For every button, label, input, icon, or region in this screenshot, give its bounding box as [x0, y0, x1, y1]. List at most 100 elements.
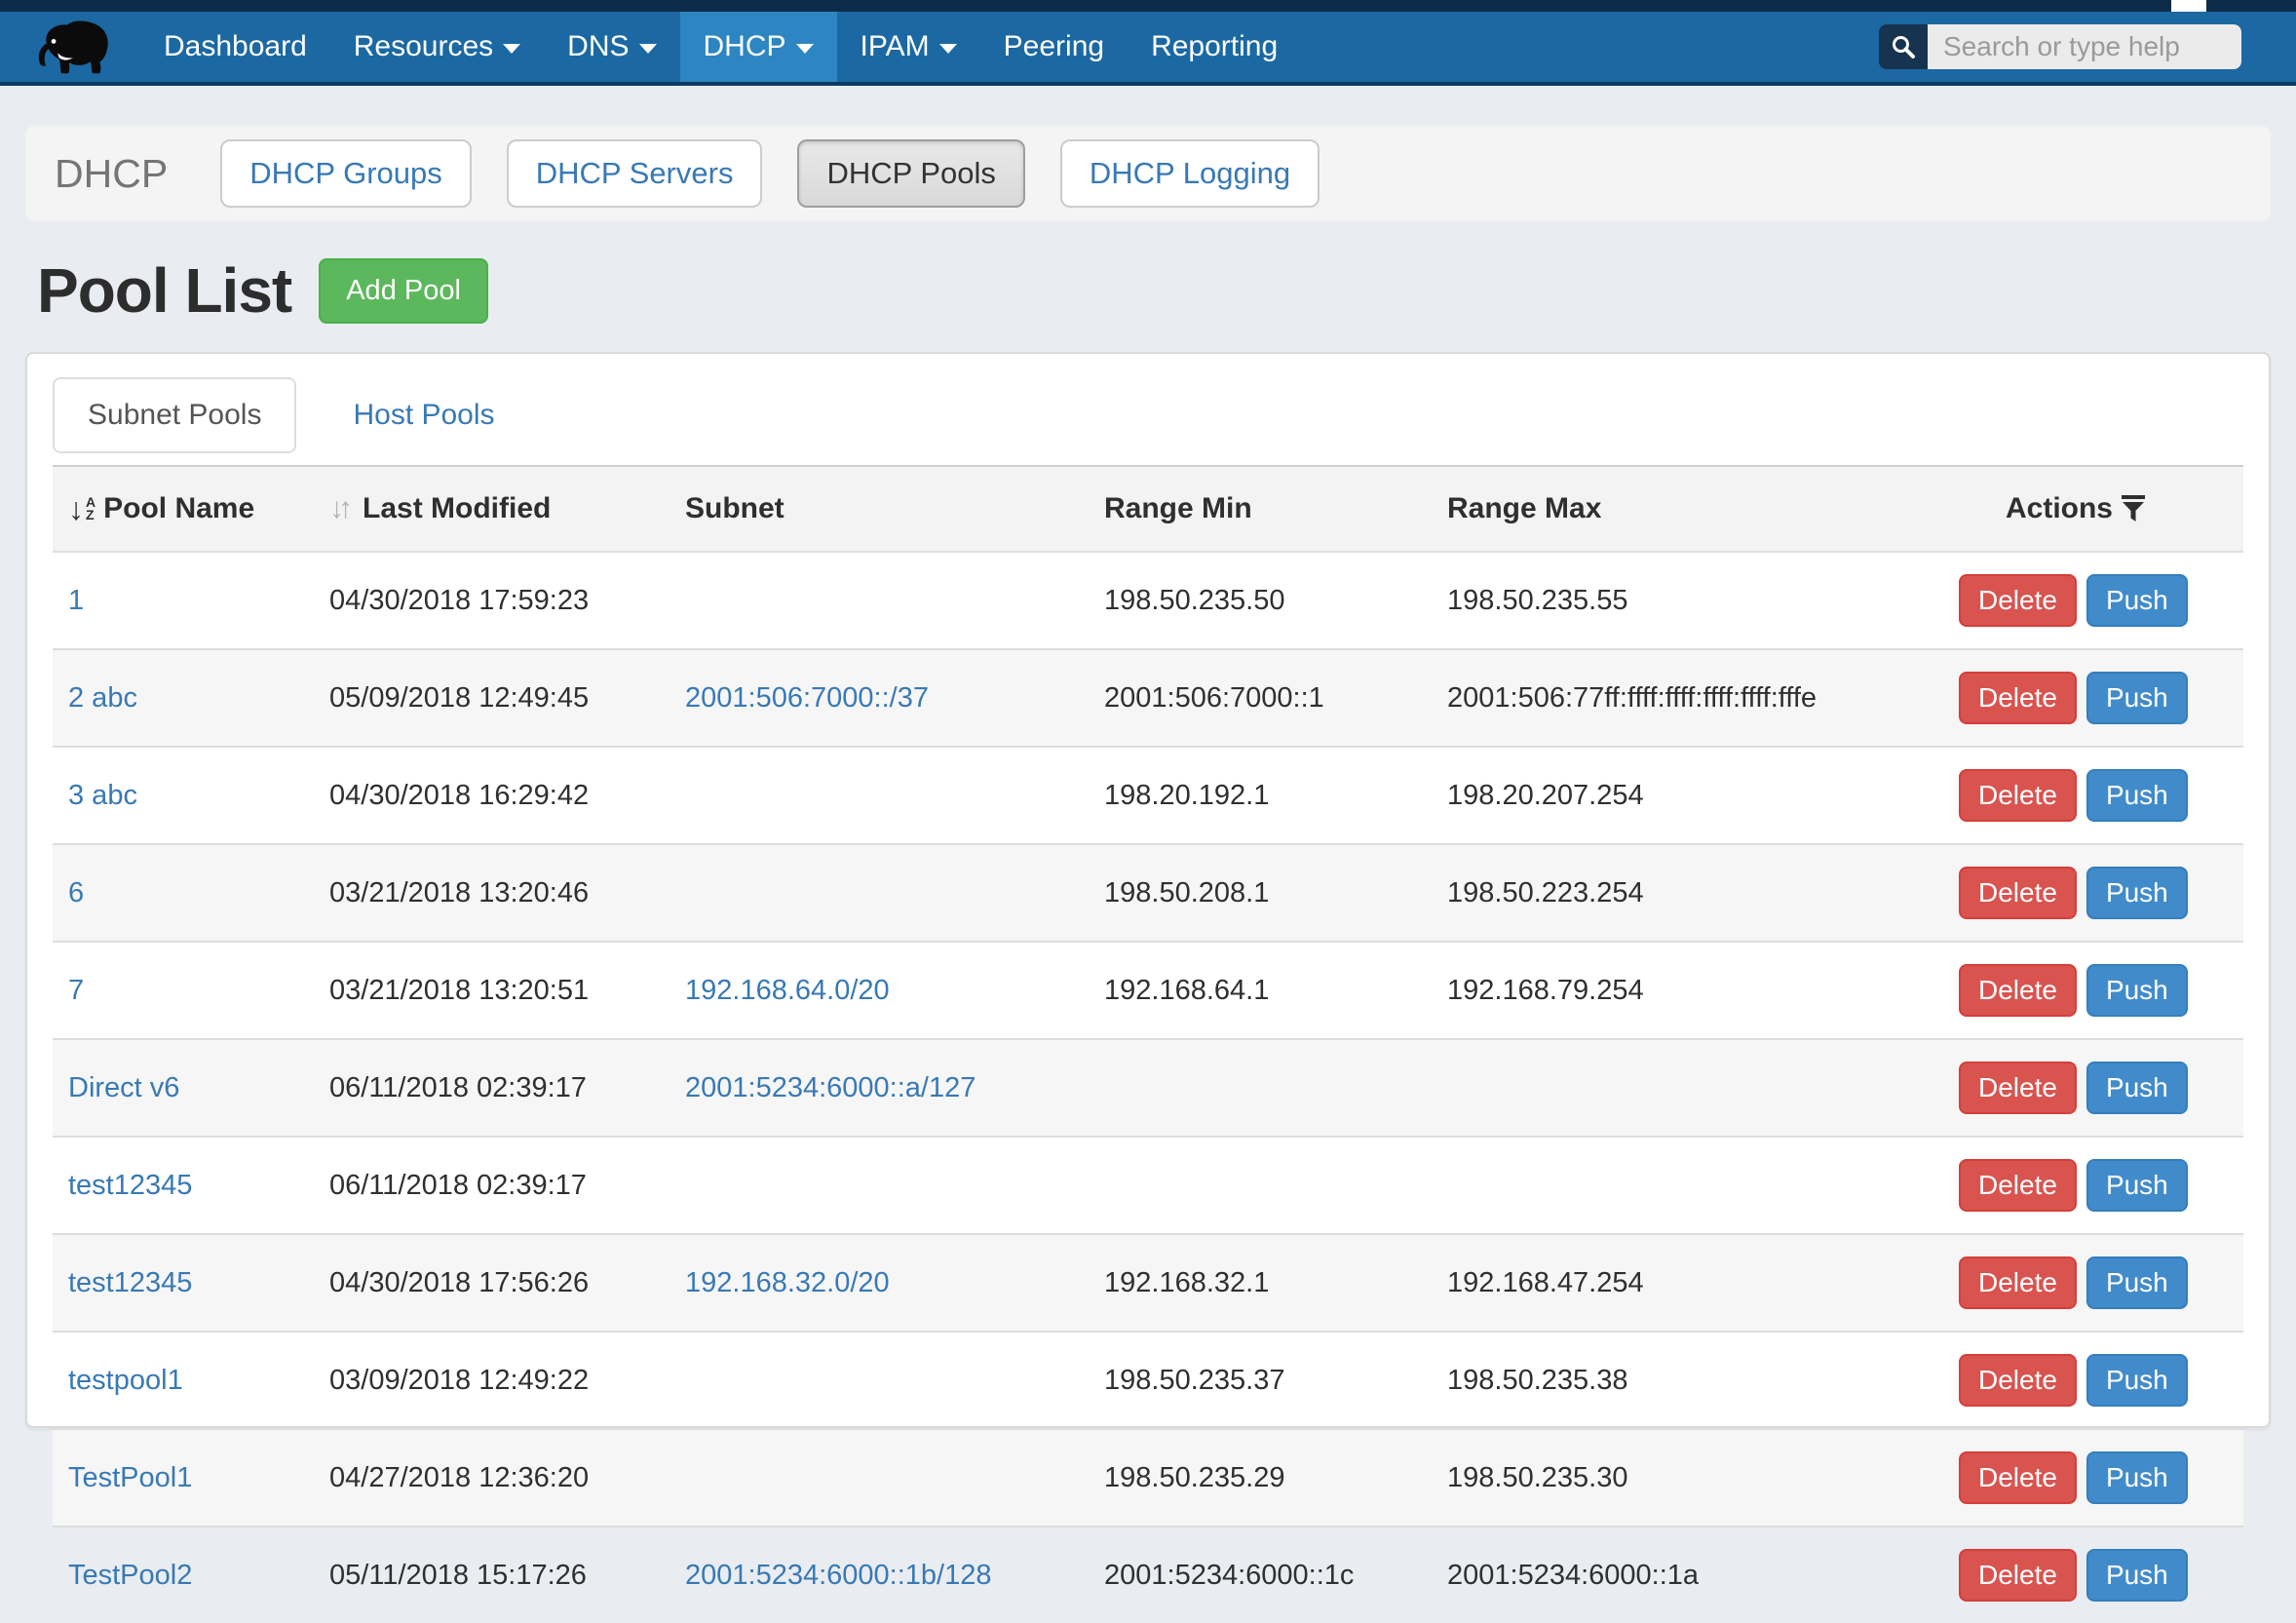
subnet-link[interactable]: 2001:5234:6000::a/127 — [685, 1072, 976, 1103]
nav-label: Resources — [354, 30, 493, 63]
table-row: 104/30/2018 17:59:23198.50.235.50198.50.… — [53, 552, 2243, 649]
search-input[interactable] — [1928, 24, 2241, 69]
push-button[interactable]: Push — [2086, 1549, 2188, 1602]
nav-label: DHCP — [704, 30, 786, 63]
nav-item-resources[interactable]: Resources — [330, 12, 544, 82]
range-max-cell: 2001:506:77ff:ffff:ffff:ffff:ffff:fffe — [1447, 682, 1817, 714]
nav-item-ipam[interactable]: IPAM — [837, 12, 980, 82]
pool-name-link[interactable]: 6 — [68, 877, 84, 908]
table-row: 703/21/2018 13:20:51192.168.64.0/20192.1… — [53, 942, 2243, 1039]
delete-button[interactable]: Delete — [1959, 867, 2077, 919]
pool-table: ↓ AZ Pool Name ↓↑ Last Modified Subnet — [53, 465, 2243, 1623]
push-button[interactable]: Push — [2086, 964, 2188, 1017]
subnet-link[interactable]: 192.168.32.0/20 — [685, 1267, 890, 1298]
pool-name-link[interactable]: test12345 — [68, 1267, 192, 1298]
last-modified-cell: 04/27/2018 12:36:20 — [329, 1462, 589, 1493]
dhcp-groups-button[interactable]: DHCP Groups — [220, 139, 472, 208]
pool-list-panel: Subnet Pools Host Pools ↓ AZ Pool N — [25, 352, 2271, 1428]
dhcp-servers-button[interactable]: DHCP Servers — [507, 139, 763, 208]
nav-label: IPAM — [861, 30, 930, 63]
column-last-modified[interactable]: ↓↑ Last Modified — [314, 466, 670, 552]
brand-logo[interactable] — [33, 12, 113, 82]
pool-name-link[interactable]: TestPool1 — [68, 1462, 192, 1493]
add-pool-button[interactable]: Add Pool — [319, 258, 488, 324]
range-min-cell: 198.50.235.29 — [1104, 1462, 1284, 1493]
push-button[interactable]: Push — [2086, 1354, 2188, 1407]
table-header-row: ↓ AZ Pool Name ↓↑ Last Modified Subnet — [53, 466, 2243, 552]
chevron-down-icon — [503, 44, 520, 54]
section-title: DHCP — [55, 151, 168, 197]
table-row: Direct v606/11/2018 02:39:172001:5234:60… — [53, 1039, 2243, 1137]
subnet-link[interactable]: 2001:5234:6000::1b/128 — [685, 1560, 991, 1591]
delete-button[interactable]: Delete — [1959, 1256, 2077, 1309]
pool-name-link[interactable]: TestPool2 — [68, 1560, 192, 1591]
search-button[interactable] — [1879, 24, 1928, 69]
range-max-cell: 192.168.79.254 — [1447, 975, 1644, 1006]
tab-host-pools[interactable]: Host Pools — [320, 377, 527, 453]
nav-item-dns[interactable]: DNS — [544, 12, 679, 82]
top-strip — [0, 0, 2296, 12]
dhcp-section-bar: DHCP DHCP Groups DHCP Servers DHCP Pools… — [25, 126, 2271, 221]
delete-button[interactable]: Delete — [1959, 769, 2077, 822]
az-letters: AZ — [86, 496, 96, 522]
column-pool-name[interactable]: ↓ AZ Pool Name — [53, 466, 314, 552]
subnet-link[interactable]: 192.168.64.0/20 — [685, 975, 890, 1006]
nav-item-dhcp[interactable]: DHCP — [680, 12, 837, 82]
arrow-down-icon: ↓ — [68, 494, 84, 523]
delete-button[interactable]: Delete — [1959, 1549, 2077, 1602]
push-button[interactable]: Push — [2086, 867, 2188, 919]
column-range-max[interactable]: Range Max — [1432, 466, 1943, 552]
push-button[interactable]: Push — [2086, 1256, 2188, 1309]
push-button[interactable]: Push — [2086, 1159, 2188, 1212]
push-button[interactable]: Push — [2086, 1062, 2188, 1114]
range-min-cell: 2001:5234:6000::1c — [1104, 1560, 1354, 1591]
dhcp-pools-button[interactable]: DHCP Pools — [797, 139, 1024, 208]
pool-name-link[interactable]: testpool1 — [68, 1365, 183, 1396]
push-button[interactable]: Push — [2086, 1451, 2188, 1504]
push-button[interactable]: Push — [2086, 769, 2188, 822]
column-label: Range Min — [1104, 492, 1252, 525]
pool-name-link[interactable]: 3 abc — [68, 780, 137, 811]
table-row: test12345 04/30/2018 17:56:26 192.168.32.0… — [53, 1234, 2243, 1332]
nav-label: Reporting — [1151, 30, 1278, 63]
pool-name-link[interactable]: 1 — [68, 585, 84, 616]
sort-icon[interactable]: ↓↑ — [329, 492, 347, 525]
tab-subnet-pools[interactable]: Subnet Pools — [53, 377, 296, 453]
nav-menu: Dashboard Resources DNS DHCP IPAM Peerin… — [140, 12, 1301, 82]
range-min-cell: 192.168.32.1 — [1104, 1267, 1269, 1298]
nav-item-peering[interactable]: Peering — [980, 12, 1128, 82]
page-content: DHCP DHCP Groups DHCP Servers DHCP Pools… — [0, 126, 2296, 1428]
table-row: 3 abc04/30/2018 16:29:42198.20.192.1198.… — [53, 747, 2243, 844]
filter-icon[interactable] — [2121, 495, 2146, 522]
last-modified-cell: 04/30/2018 16:29:42 — [329, 780, 589, 811]
last-modified-cell: 03/09/2018 12:49:22 — [329, 1365, 589, 1396]
column-range-min[interactable]: Range Min — [1089, 466, 1432, 552]
last-modified-cell: 04/30/2018 17:56:26 — [329, 1267, 589, 1298]
pool-name-link[interactable]: 2 abc — [68, 682, 137, 714]
dhcp-logging-button[interactable]: DHCP Logging — [1060, 139, 1320, 208]
subnet-link[interactable]: 2001:506:7000::/37 — [685, 682, 929, 714]
pool-name-link[interactable]: 7 — [68, 975, 84, 1006]
pool-name-link[interactable]: Direct v6 — [68, 1072, 179, 1103]
delete-button[interactable]: Delete — [1959, 1451, 2077, 1504]
range-min-cell: 198.20.192.1 — [1104, 780, 1269, 811]
pool-tabs: Subnet Pools Host Pools — [53, 377, 2243, 453]
column-subnet[interactable]: Subnet — [670, 466, 1089, 552]
sort-alpha-icon[interactable]: ↓ AZ — [68, 494, 96, 523]
chevron-down-icon — [796, 44, 814, 54]
nav-item-dashboard[interactable]: Dashboard — [140, 12, 330, 82]
delete-button[interactable]: Delete — [1959, 1062, 2077, 1114]
delete-button[interactable]: Delete — [1959, 964, 2077, 1017]
delete-button[interactable]: Delete — [1959, 1354, 2077, 1407]
column-actions: Actions — [1943, 466, 2243, 552]
push-button[interactable]: Push — [2086, 672, 2188, 724]
push-button[interactable]: Push — [2086, 574, 2188, 627]
search-icon — [1891, 34, 1916, 59]
delete-button[interactable]: Delete — [1959, 672, 2077, 724]
delete-button[interactable]: Delete — [1959, 1159, 2077, 1212]
delete-button[interactable]: Delete — [1959, 574, 2077, 627]
nav-item-reporting[interactable]: Reporting — [1128, 12, 1301, 82]
pool-name-link[interactable]: test12345 — [68, 1170, 192, 1201]
last-modified-cell: 04/30/2018 17:59:23 — [329, 585, 589, 616]
range-max-cell: 2001:5234:6000::1a — [1447, 1560, 1699, 1591]
